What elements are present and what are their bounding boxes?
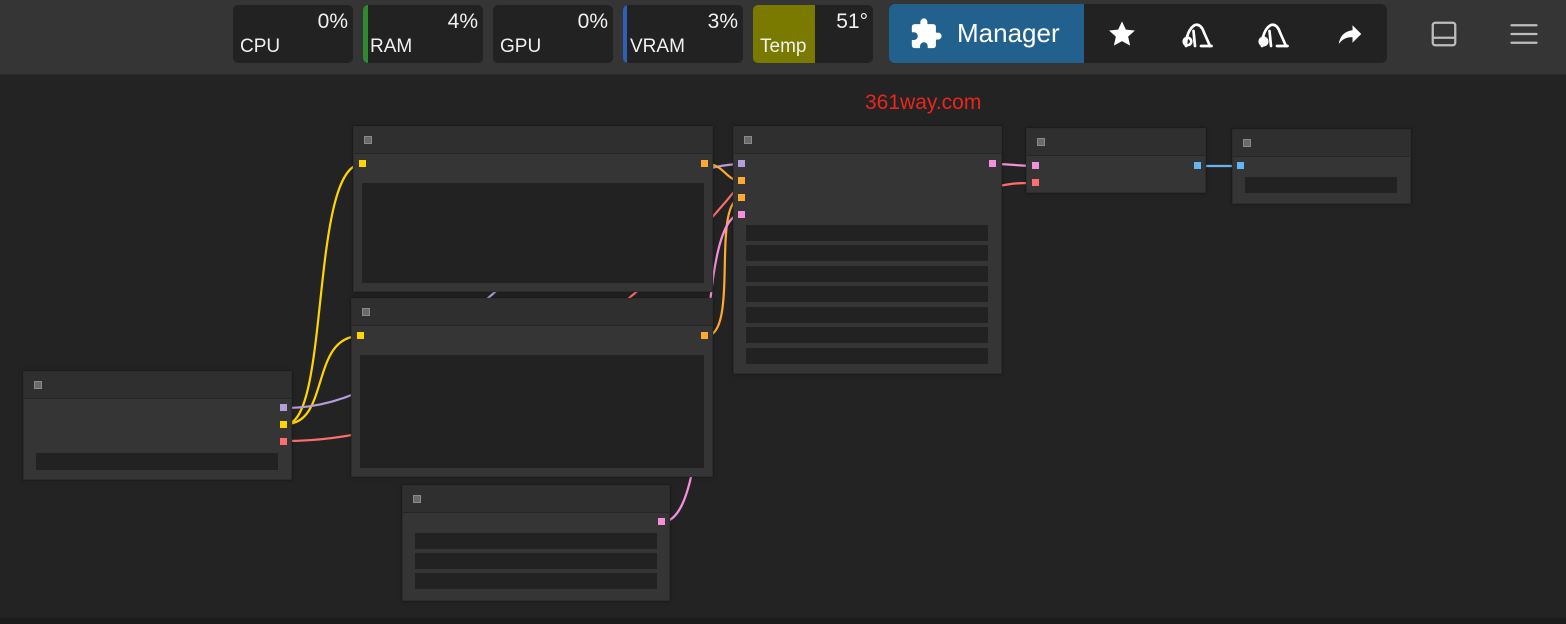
- model-input-slot[interactable]: [738, 160, 745, 167]
- collapse-toggle[interactable]: [362, 308, 370, 316]
- vae-input-slot[interactable]: [1032, 179, 1039, 186]
- clip-output-slot[interactable]: [280, 421, 287, 428]
- watermark-text: 361way.com: [865, 91, 982, 114]
- clip-input-slot[interactable]: [359, 160, 366, 167]
- node-title-bar[interactable]: [1027, 129, 1205, 156]
- collapse-toggle[interactable]: [413, 495, 421, 503]
- collapse-toggle[interactable]: [364, 136, 372, 144]
- steps-widget[interactable]: [746, 266, 988, 282]
- latent-input-slot[interactable]: [738, 211, 745, 218]
- prompt-textarea[interactable]: [362, 183, 704, 283]
- image-output-slot[interactable]: [1194, 162, 1201, 169]
- link-clip-2: [285, 334, 361, 426]
- prompt-textarea[interactable]: [360, 355, 704, 468]
- node-title-bar[interactable]: [734, 127, 1001, 154]
- sampler-name-widget[interactable]: [746, 307, 988, 323]
- model-output-slot[interactable]: [280, 404, 287, 411]
- empty-latent-node[interactable]: [402, 485, 670, 601]
- positive-input-slot[interactable]: [738, 177, 745, 184]
- cfg-widget[interactable]: [746, 286, 988, 302]
- positive-prompt-node[interactable]: [353, 126, 713, 292]
- ksampler-node[interactable]: [733, 126, 1002, 374]
- vae-decode-node[interactable]: [1026, 128, 1206, 193]
- negative-input-slot[interactable]: [738, 194, 745, 201]
- collapse-toggle[interactable]: [1037, 138, 1045, 146]
- denoise-widget[interactable]: [746, 348, 988, 364]
- conditioning-output-slot[interactable]: [701, 332, 708, 339]
- collapse-toggle[interactable]: [744, 136, 752, 144]
- latent-output-slot[interactable]: [989, 160, 996, 167]
- samples-input-slot[interactable]: [1032, 162, 1039, 169]
- node-title-bar[interactable]: [403, 486, 669, 513]
- bottom-edge: [0, 618, 1566, 624]
- node-title-bar[interactable]: [1233, 130, 1410, 157]
- control-after-generate-widget[interactable]: [746, 245, 988, 261]
- collapse-toggle[interactable]: [34, 381, 42, 389]
- seed-widget[interactable]: [746, 225, 988, 241]
- node-title-bar[interactable]: [354, 127, 712, 154]
- vae-output-slot[interactable]: [280, 438, 287, 445]
- conditioning-output-slot[interactable]: [701, 160, 708, 167]
- save-image-node[interactable]: [1232, 129, 1411, 204]
- collapse-toggle[interactable]: [1243, 139, 1251, 147]
- width-widget[interactable]: [415, 533, 657, 549]
- latent-output-slot[interactable]: [658, 518, 665, 525]
- scheduler-widget[interactable]: [746, 327, 988, 343]
- images-input-slot[interactable]: [1237, 162, 1244, 169]
- batch-size-widget[interactable]: [415, 573, 657, 589]
- height-widget[interactable]: [415, 553, 657, 569]
- node-title-bar[interactable]: [24, 372, 291, 399]
- node-title-bar[interactable]: [352, 299, 712, 326]
- negative-prompt-node[interactable]: [351, 298, 713, 477]
- filename-prefix-widget[interactable]: [1245, 177, 1397, 193]
- checkpoint-loader-node[interactable]: [23, 371, 292, 480]
- graph-canvas[interactable]: 361way.com: [0, 0, 1566, 624]
- clip-input-slot[interactable]: [357, 332, 364, 339]
- ckpt-name-widget[interactable]: [36, 453, 278, 470]
